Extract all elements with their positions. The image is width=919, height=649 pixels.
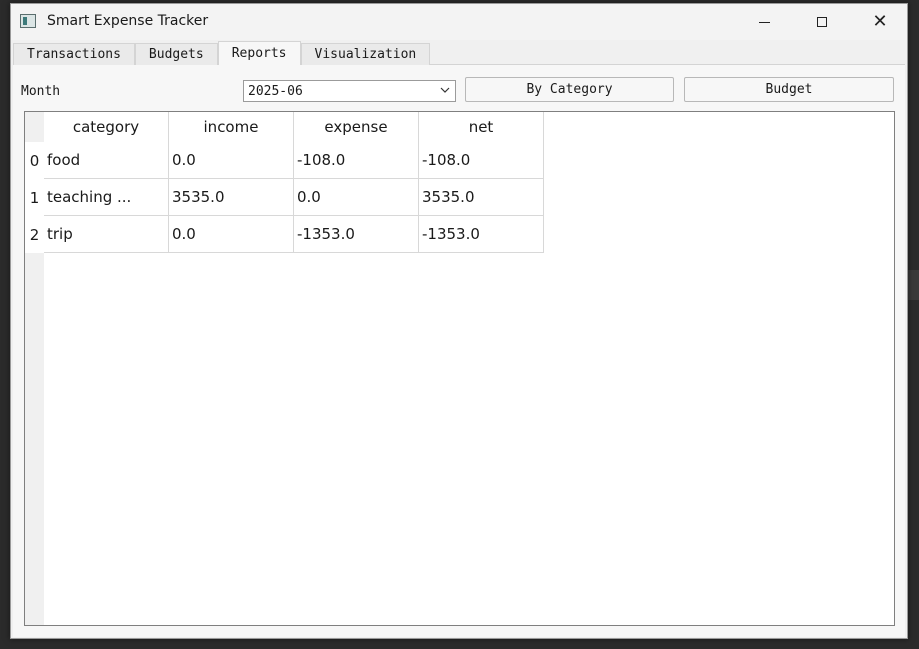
table-cell-category[interactable]: food	[44, 142, 169, 179]
month-label: Month	[21, 84, 61, 99]
month-dropdown[interactable]: 2025-06	[243, 80, 456, 102]
table-cell-expense[interactable]: 0.0	[294, 179, 419, 216]
app-window-icon	[20, 14, 36, 28]
maximize-button[interactable]	[793, 4, 851, 40]
table-cell-expense[interactable]: -1353.0	[294, 216, 419, 253]
close-icon: ✕	[872, 11, 888, 32]
by-category-button[interactable]: By Category	[465, 77, 674, 102]
column-header-expense[interactable]: expense	[294, 112, 419, 142]
window-title: Smart Expense Tracker	[47, 13, 209, 29]
table-cell-category[interactable]: trip	[44, 216, 169, 253]
table-cell-income[interactable]: 3535.0	[169, 179, 294, 216]
close-button[interactable]: ✕	[851, 4, 909, 40]
table-cell-expense[interactable]: -108.0	[294, 142, 419, 179]
row-header[interactable]: 1	[25, 179, 44, 216]
tab-budgets[interactable]: Budgets	[134, 43, 218, 65]
tab-visualization[interactable]: Visualization	[300, 43, 431, 65]
budget-button[interactable]: Budget	[684, 77, 894, 102]
report-table[interactable]: category income expense net 0 food 0.0 -…	[24, 111, 895, 626]
column-header-net[interactable]: net	[419, 112, 544, 142]
maximize-icon	[817, 17, 827, 27]
tab-bar: Transactions Budgets Reports Visualizati…	[13, 41, 431, 65]
tab-reports[interactable]: Reports	[217, 41, 301, 65]
table-cell-net[interactable]: -1353.0	[419, 216, 544, 253]
column-header-income[interactable]: income	[169, 112, 294, 142]
table-cell-net[interactable]: 3535.0	[419, 179, 544, 216]
table-cell-category[interactable]: teaching ...	[44, 179, 169, 216]
chevron-down-icon[interactable]	[440, 84, 450, 97]
table-cell-net[interactable]: -108.0	[419, 142, 544, 179]
table-cell-income[interactable]: 0.0	[169, 142, 294, 179]
app-window: Smart Expense Tracker ✕ Transactions Bud…	[10, 3, 908, 639]
desktop-background-strip	[908, 270, 919, 300]
table-cell-income[interactable]: 0.0	[169, 216, 294, 253]
row-header[interactable]: 0	[25, 142, 44, 179]
minimize-button[interactable]	[735, 4, 793, 40]
table-corner	[25, 112, 44, 142]
title-bar: Smart Expense Tracker ✕	[11, 4, 907, 40]
month-dropdown-value: 2025-06	[248, 84, 303, 99]
row-header[interactable]: 2	[25, 216, 44, 253]
column-header-category[interactable]: category	[44, 112, 169, 142]
minimize-icon	[758, 21, 770, 23]
tab-transactions[interactable]: Transactions	[13, 43, 135, 65]
